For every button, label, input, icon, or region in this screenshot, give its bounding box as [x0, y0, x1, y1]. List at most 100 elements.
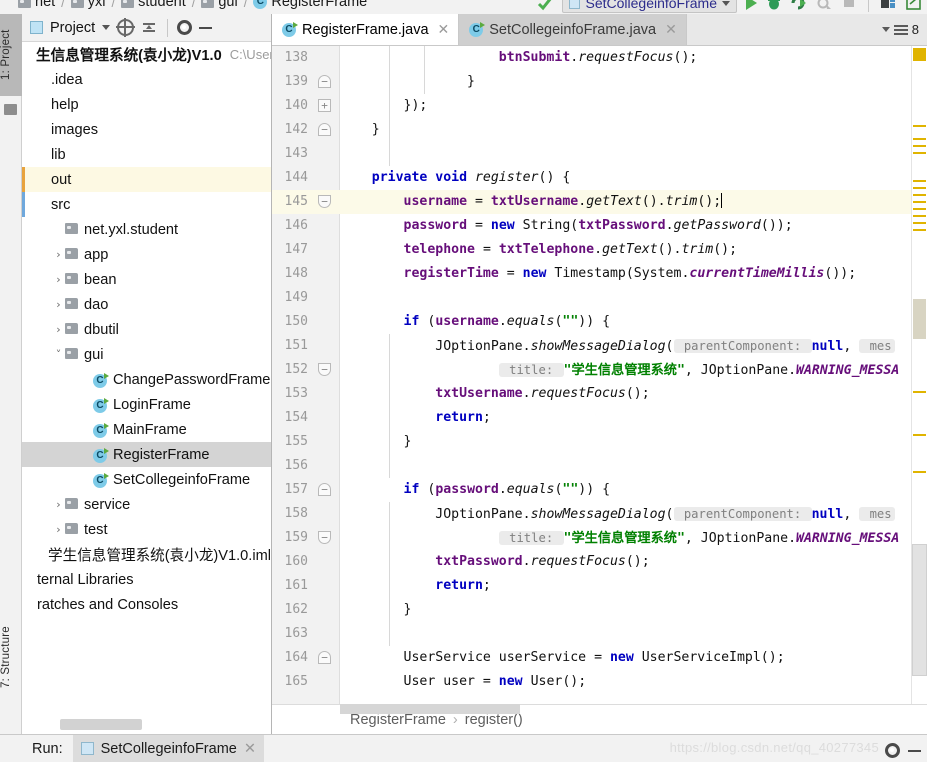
warning-marker[interactable]: [913, 125, 926, 127]
code-line[interactable]: 139 }: [272, 70, 927, 94]
tree-item-dao[interactable]: › dao: [22, 292, 271, 317]
code-line[interactable]: 164 UserService userService = new UserSe…: [272, 646, 927, 670]
project-tree[interactable]: 生信息管理系统(袁小龙)V1.0 C:\User .idea help images…: [22, 42, 271, 712]
fold-marker-expand[interactable]: +: [318, 99, 331, 112]
warning-marker[interactable]: [913, 229, 926, 231]
code-line[interactable]: 159 title: "学生信息管理系统", JOptionPane.WARNI…: [272, 526, 927, 550]
code-line[interactable]: 152 title: "学生信息管理系统", JOptionPane.WARNI…: [272, 358, 927, 382]
code-line[interactable]: 150 if (username.equals("")) {: [272, 310, 927, 334]
code-area[interactable]: 138 btnSubmit.requestFocus(); 139 } 140 })…: [272, 46, 927, 704]
tree-item-bean[interactable]: › bean: [22, 267, 271, 292]
warning-marker[interactable]: [913, 180, 926, 182]
code-line[interactable]: 153 txtUsername.requestFocus();: [272, 382, 927, 406]
project-horizontal-scrollbar[interactable]: [60, 719, 142, 730]
code-line[interactable]: 161 return;: [272, 574, 927, 598]
breadcrumb-item-0[interactable]: net: [35, 0, 55, 10]
tree-item-net-yxl-student[interactable]: net.yxl.student: [22, 217, 271, 242]
run-with-coverage-icon[interactable]: [791, 0, 807, 11]
tree-item-setcollegeinfoframe[interactable]: C SetCollegeinfoFrame: [22, 467, 271, 492]
breadcrumb-item-4[interactable]: RegisterFrame: [271, 0, 367, 10]
fold-marker[interactable]: −: [318, 363, 331, 376]
editor-horizontal-scrollbar[interactable]: [340, 704, 520, 714]
fold-marker[interactable]: −: [318, 75, 331, 88]
close-icon[interactable]: ✕: [244, 741, 256, 757]
tree-expand-arrow[interactable]: ›: [52, 323, 65, 336]
editor-vertical-scrollbar[interactable]: [912, 544, 927, 676]
warning-marker[interactable]: [913, 138, 926, 140]
tree-item-registerframe[interactable]: C RegisterFrame: [22, 442, 271, 467]
code-line[interactable]: 156: [272, 454, 927, 478]
run-tab-setcollegeinfoframe[interactable]: SetCollegeinfoFrame ✕: [72, 734, 265, 762]
layout-icon[interactable]: [880, 0, 896, 11]
open-window-icon[interactable]: [905, 0, 921, 11]
code-line[interactable]: 145 username = txtUsername.getText().tri…: [272, 190, 927, 214]
scroll-from-source-icon[interactable]: [116, 18, 136, 37]
tab-list-icon[interactable]: [893, 24, 908, 35]
warning-marker[interactable]: [913, 215, 926, 217]
code-line[interactable]: 163: [272, 622, 927, 646]
tree-item-changepasswordframe[interactable]: C ChangePasswordFrame: [22, 367, 271, 392]
code-line[interactable]: 146 password = new String(txtPassword.ge…: [272, 214, 927, 238]
project-panel-title[interactable]: Project: [50, 20, 95, 36]
run-configuration-selector[interactable]: SetCollegeinfoFrame: [562, 0, 737, 13]
warning-marker[interactable]: [913, 471, 926, 473]
close-icon[interactable]: ✕: [665, 21, 677, 38]
tool-tab-project[interactable]: 1: Project: [0, 14, 22, 96]
code-line[interactable]: 154 return;: [272, 406, 927, 430]
tree-item-lib[interactable]: lib: [22, 142, 271, 167]
code-line[interactable]: 162 }: [272, 598, 927, 622]
tool-tab-structure[interactable]: 7: Structure: [0, 614, 22, 700]
tree-item--------------v1-0-iml[interactable]: 学生信息管理系统(袁小龙)V1.0.iml: [22, 542, 271, 567]
code-line[interactable]: 140 });: [272, 94, 927, 118]
tree-item-help[interactable]: help: [22, 92, 271, 117]
tree-item-gui[interactable]: ˅ gui: [22, 342, 271, 367]
code-line[interactable]: 148 registerTime = new Timestamp(System.…: [272, 262, 927, 286]
fold-marker[interactable]: −: [318, 483, 331, 496]
code-lines[interactable]: 138 btnSubmit.requestFocus(); 139 } 140 })…: [272, 46, 927, 704]
tree-item-test[interactable]: › test: [22, 517, 271, 542]
fold-marker[interactable]: −: [318, 195, 331, 208]
code-line[interactable]: 157 if (password.equals("")) {: [272, 478, 927, 502]
tree-item-loginframe[interactable]: C LoginFrame: [22, 392, 271, 417]
fold-marker[interactable]: −: [318, 123, 331, 136]
code-line[interactable]: 142 }: [272, 118, 927, 142]
chevron-down-icon[interactable]: [881, 27, 890, 32]
inspection-status-icon[interactable]: [913, 48, 926, 61]
tree-item-out[interactable]: out: [22, 167, 271, 192]
tree-item-ternal-libraries[interactable]: ternal Libraries: [22, 567, 271, 592]
tree-root-row[interactable]: 生信息管理系统(袁小龙)V1.0 C:\User: [22, 42, 271, 67]
warning-marker[interactable]: [913, 201, 926, 203]
code-line[interactable]: 160 txtPassword.requestFocus();: [272, 550, 927, 574]
warning-marker[interactable]: [913, 434, 926, 436]
code-line[interactable]: 155 }: [272, 430, 927, 454]
breadcrumb-item-2[interactable]: student: [138, 0, 186, 10]
code-line[interactable]: 144 private void register() {: [272, 166, 927, 190]
close-icon[interactable]: ✕: [438, 21, 450, 38]
code-line[interactable]: 158 JOptionPane.showMessageDialog( paren…: [272, 502, 927, 526]
fold-marker[interactable]: −: [318, 651, 331, 664]
code-line[interactable]: 147 telephone = txtTelephone.getText().t…: [272, 238, 927, 262]
breadcrumb-item-3[interactable]: gui: [218, 0, 237, 10]
warning-marker[interactable]: [913, 208, 926, 210]
check-icon[interactable]: [537, 0, 553, 11]
code-line[interactable]: 165 User user = new User();: [272, 670, 927, 694]
code-line[interactable]: 143: [272, 142, 927, 166]
tree-item--idea[interactable]: .idea: [22, 67, 271, 92]
warning-marker[interactable]: [913, 194, 926, 196]
gear-icon[interactable]: [885, 743, 900, 758]
warning-marker[interactable]: [913, 222, 926, 224]
editor-tab-registerframe[interactable]: C RegisterFrame.java ✕: [272, 14, 460, 45]
warning-marker[interactable]: [913, 152, 926, 154]
tree-expand-arrow[interactable]: ›: [52, 498, 65, 511]
run-icon[interactable]: [746, 0, 757, 10]
tree-expand-arrow[interactable]: ›: [52, 298, 65, 311]
tree-expand-arrow[interactable]: ›: [52, 523, 65, 536]
stripe-thumb[interactable]: [913, 299, 926, 339]
tree-item-app[interactable]: › app: [22, 242, 271, 267]
warning-marker[interactable]: [913, 145, 926, 147]
tree-expand-arrow[interactable]: ›: [52, 248, 65, 261]
error-stripe[interactable]: [911, 46, 927, 704]
tree-item-ratches-and-consoles[interactable]: ratches and Consoles: [22, 592, 271, 617]
tree-item-src[interactable]: src: [22, 192, 271, 217]
fold-marker[interactable]: −: [318, 531, 331, 544]
